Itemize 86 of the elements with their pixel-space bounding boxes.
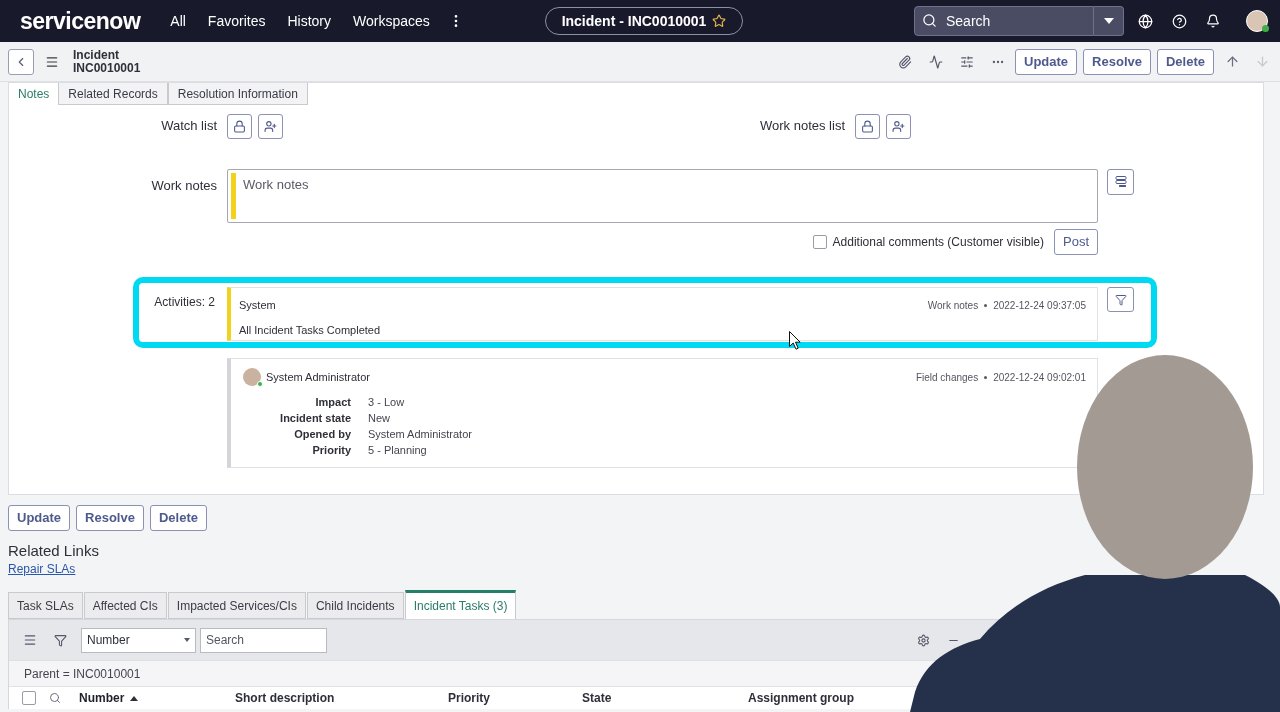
related-list-tab[interactable]: Child Incidents [306,592,404,619]
servicenow-logo[interactable]: servicenow [20,9,141,33]
post-button[interactable]: Post [1054,229,1098,255]
caret-down-icon [184,638,190,642]
field-label: Impact [314,395,351,410]
activity-author: System Administrator [266,370,370,384]
field-label: Incident state [279,411,351,426]
help-icon[interactable] [1172,13,1187,29]
caret-down-icon [1103,18,1114,24]
field-label: Watch list [160,117,217,136]
lock-button[interactable] [855,113,880,139]
lock-icon [861,119,874,133]
nav-menu-item[interactable]: Favorites [207,14,266,28]
column-header[interactable]: Assignment group [748,691,854,705]
form-action-button[interactable]: Delete [1156,48,1214,75]
field-label: Work notes [150,177,217,195]
star-icon[interactable] [712,14,727,28]
notifications-bell-icon[interactable] [1206,14,1220,28]
related-list-tab[interactable]: Impacted Services/CIs [167,592,306,619]
work-notes-indicator-bar [231,173,236,219]
work-notes-field[interactable]: Work notes [227,169,1098,223]
nav-menu-item[interactable]: All [170,14,186,28]
search-icon [922,13,937,28]
back-button[interactable] [8,48,34,75]
related-links-heading: Related Links [8,542,100,560]
search-dropdown-button[interactable] [1094,6,1124,36]
form-action-button[interactable]: Delete [149,505,207,531]
user-plus-icon [264,119,277,133]
activity-text: All Incident Tasks Completed [239,323,382,337]
activities-count: Activities: 2 [153,294,216,311]
expand-button[interactable] [1107,169,1134,195]
globe-icon[interactable] [1138,13,1153,29]
sliders-icon[interactable] [960,54,975,69]
form-title: Incident [73,48,120,62]
filter-button[interactable] [1107,287,1134,312]
filter-icon[interactable] [54,633,67,647]
settings-icon[interactable] [917,633,930,647]
search-field[interactable]: Search [914,6,1094,36]
form-action-button[interactable]: Resolve [1083,48,1151,75]
search-icon[interactable] [49,692,61,704]
nav-menu-item[interactable]: Workspaces [353,14,430,28]
list-search-field[interactable]: Search [200,627,327,653]
menu-icon[interactable] [23,633,37,647]
field-label: Work notes list [759,117,845,136]
checkbox-label: Additional comments (Customer visible) [832,234,1044,251]
activity-author: System [239,298,276,312]
lock-icon [233,119,246,133]
user-avatar[interactable] [1246,10,1268,32]
form-action-button[interactable]: Update [8,505,71,531]
section-tab[interactable]: Related Records [58,83,168,105]
activity-type: Field changes [915,370,979,385]
search-column-select[interactable]: Number [81,627,196,653]
add-user-button[interactable] [886,113,911,139]
form-action-button[interactable]: Update [1015,48,1078,75]
repair-slas-link[interactable]: Repair SLAs [8,562,76,576]
lock-button[interactable] [227,113,252,139]
column-header[interactable]: Priority [448,691,490,705]
column-header[interactable]: Short description [235,691,335,705]
related-list-tab[interactable]: Incident Tasks (3) [404,590,517,619]
activity-timestamp: 2022-12-24 09:37:05 [993,298,1086,313]
add-user-button[interactable] [258,113,283,139]
field-label: Opened by [293,427,351,442]
related-list-tab[interactable]: Affected CIs [83,592,167,619]
field-value: 5 - Planning [368,443,428,458]
field-value: New [368,411,391,426]
filter-condition: Parent = INC0010001 [24,665,141,683]
field-value: System Administrator [368,427,473,442]
section-tab[interactable]: Resolution Information [167,83,308,105]
record-number: INC0010001 [73,61,141,75]
activity-pulse-icon[interactable] [929,54,944,69]
related-list-tab[interactable]: Task SLAs [8,592,83,619]
paperclip-icon[interactable] [898,54,913,69]
activity-timestamp: 2022-12-24 09:02:01 [993,370,1086,385]
nav-menu-item[interactable]: History [287,14,331,28]
stacked-rows-icon [1114,176,1127,188]
menu-icon[interactable] [45,54,59,69]
filter-icon [1114,293,1127,306]
field-value: 3 - Low [368,395,406,410]
select-all-checkbox[interactable] [22,691,36,705]
column-header[interactable]: State [582,691,612,705]
column-header[interactable]: Number [79,691,125,705]
field-label: Priority [311,443,351,458]
user-plus-icon [892,119,905,133]
checkbox[interactable] [812,235,827,249]
form-action-button[interactable]: Resolve [76,505,144,531]
activity-type: Work notes [927,298,979,313]
